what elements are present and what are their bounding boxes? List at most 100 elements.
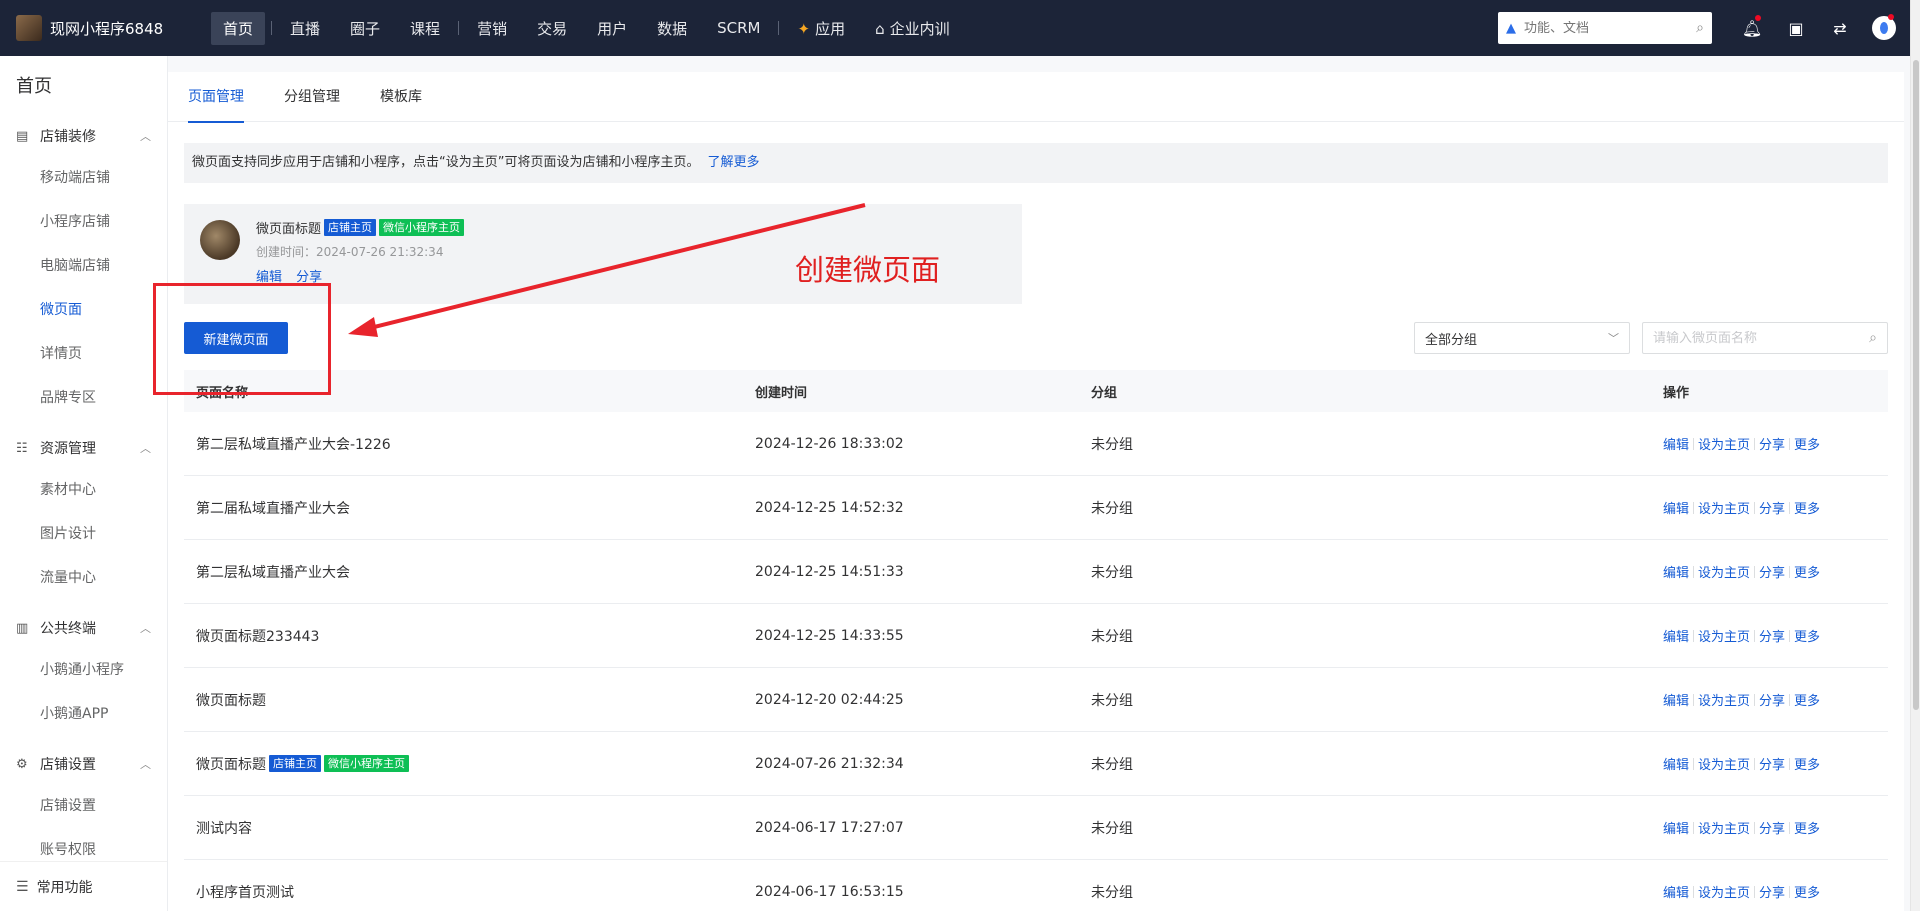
cell-group: 未分组 (1091, 692, 1133, 709)
nav-course[interactable]: 课程 (398, 12, 452, 45)
sidebar-group-decoration[interactable]: ▤ 店铺装修 ︿ (0, 116, 167, 156)
nav-circle[interactable]: 圈子 (338, 12, 392, 45)
set-home-link[interactable]: 设为主页 (1698, 434, 1750, 453)
new-micro-page-button[interactable]: 新建微页面 (184, 322, 288, 354)
divider (1789, 565, 1791, 578)
preview-share-link[interactable]: 分享 (296, 270, 322, 285)
share-link[interactable]: 分享 (1759, 562, 1785, 581)
tab-page-management[interactable]: 页面管理 (188, 72, 244, 123)
more-link[interactable]: 更多 (1794, 690, 1820, 709)
sidebar-item-xet-miniprogram[interactable]: 小鹅通小程序 (0, 648, 167, 692)
set-home-link[interactable]: 设为主页 (1698, 818, 1750, 837)
learn-more-link[interactable]: 了解更多 (707, 155, 759, 170)
table-row: 微页面标题233443 2024-12-25 14:33:55 未分组 编辑 设… (184, 604, 1888, 668)
more-link[interactable]: 更多 (1794, 754, 1820, 773)
sidebar-group-terminals[interactable]: ▥ 公共终端 ︿ (0, 608, 167, 648)
edit-link[interactable]: 编辑 (1663, 434, 1689, 453)
divider (1754, 757, 1756, 770)
edit-link[interactable]: 编辑 (1663, 498, 1689, 517)
nav-home[interactable]: 首页 (211, 11, 266, 45)
page-name-search[interactable]: ⌕ (1642, 322, 1888, 354)
store-button[interactable]: ▣ (1774, 0, 1818, 56)
sidebar-item-store-settings[interactable]: 店铺设置 (0, 784, 167, 828)
set-home-link[interactable]: 设为主页 (1698, 562, 1750, 581)
share-link[interactable]: 分享 (1759, 690, 1785, 709)
sidebar-item-image-design[interactable]: 图片设计 (0, 512, 167, 556)
share-link[interactable]: 分享 (1759, 434, 1785, 453)
sidebar-group-resources[interactable]: ☷ 资源管理 ︿ (0, 428, 167, 468)
sidebar-item-material-center[interactable]: 素材中心 (0, 468, 167, 512)
page-scrollbar[interactable] (1910, 0, 1920, 911)
group-filter-select[interactable]: 全部分组 ﹀ (1414, 322, 1630, 354)
cell-actions: 编辑 设为主页 分享 更多 (1663, 434, 1888, 453)
search-icon[interactable]: ⌕ (1869, 330, 1877, 346)
page-name-search-input[interactable] (1653, 330, 1870, 346)
more-link[interactable]: 更多 (1794, 434, 1820, 453)
more-link[interactable]: 更多 (1794, 562, 1820, 581)
nav-data[interactable]: 数据 (645, 12, 699, 45)
table-row: 微页面标题 2024-12-20 02:44:25 未分组 编辑 设为主页 分享… (184, 668, 1888, 732)
share-link[interactable]: 分享 (1759, 818, 1785, 837)
set-home-link[interactable]: 设为主页 (1698, 754, 1750, 773)
more-link[interactable]: 更多 (1794, 882, 1820, 901)
user-avatar-button[interactable] (1862, 0, 1906, 56)
tab-template-library[interactable]: 模板库 (380, 72, 422, 122)
edit-link[interactable]: 编辑 (1663, 754, 1689, 773)
set-home-link[interactable]: 设为主页 (1698, 882, 1750, 901)
switch-button[interactable]: ⇄ (1818, 0, 1862, 56)
notification-button[interactable]: 🔔︎ (1730, 0, 1774, 56)
more-link[interactable]: 更多 (1794, 818, 1820, 837)
more-link[interactable]: 更多 (1794, 498, 1820, 517)
wechat-home-badge: 微信小程序主页 (379, 219, 465, 236)
more-link[interactable]: 更多 (1794, 626, 1820, 645)
nav-apps[interactable]: ✦ 应用 (785, 12, 857, 45)
cell-created-time: 2024-06-17 16:53:15 (755, 883, 904, 900)
sidebar-item-mobile-store[interactable]: 移动端店铺 (0, 156, 167, 200)
scrollbar-thumb[interactable] (1913, 60, 1919, 710)
edit-link[interactable]: 编辑 (1663, 562, 1689, 581)
search-icon[interactable]: ⌕ (1696, 20, 1704, 36)
table-row: 第二层私域直播产业大会 2024-12-25 14:51:33 未分组 编辑 设… (184, 540, 1888, 604)
divider (1754, 501, 1756, 514)
share-link[interactable]: 分享 (1759, 754, 1785, 773)
nav-users[interactable]: 用户 (585, 12, 639, 45)
sidebar-common-functions[interactable]: ☰ 常用功能 (0, 861, 167, 911)
share-link[interactable]: 分享 (1759, 626, 1785, 645)
preview-edit-link[interactable]: 编辑 (256, 270, 282, 285)
cell-created-time: 2024-12-25 14:52:32 (755, 499, 904, 516)
nav-scrm[interactable]: SCRM (705, 13, 772, 43)
cell-created-time: 2024-12-26 18:33:02 (755, 435, 904, 452)
sidebar-item-traffic-center[interactable]: 流量中心 (0, 556, 167, 600)
sidebar-item-pc-store[interactable]: 电脑端店铺 (0, 244, 167, 288)
edit-link[interactable]: 编辑 (1663, 626, 1689, 645)
nav-live[interactable]: 直播 (278, 12, 332, 45)
nav-training[interactable]: ⌂ 企业内训 (863, 12, 962, 45)
share-link[interactable]: 分享 (1759, 498, 1785, 517)
top-navbar: 现网小程序6848 首页 直播 圈子 课程 营销 交易 用户 数据 SCRM ✦… (0, 0, 1920, 56)
nav-marketing[interactable]: 营销 (465, 12, 519, 45)
shop-brand[interactable]: 现网小程序6848 (0, 15, 200, 41)
store-icon: ▤ (16, 128, 29, 144)
nav-trade[interactable]: 交易 (525, 12, 579, 45)
edit-link[interactable]: 编辑 (1663, 818, 1689, 837)
sidebar-group-settings[interactable]: ⚙ 店铺设置 ︿ (0, 744, 167, 784)
sidebar-item-micro-page[interactable]: 微页面 (0, 288, 167, 332)
set-home-link[interactable]: 设为主页 (1698, 626, 1750, 645)
set-home-link[interactable]: 设为主页 (1698, 498, 1750, 517)
sidebar-item-miniprogram-store[interactable]: 小程序店铺 (0, 200, 167, 244)
global-search[interactable]: ▲ ⌕ (1498, 12, 1712, 44)
preview-title-row: 微页面标题 店铺主页 微信小程序主页 (256, 218, 465, 237)
global-search-input[interactable] (1524, 20, 1697, 36)
divider (1693, 629, 1695, 642)
sidebar-item-brand-zone[interactable]: 品牌专区 (0, 376, 167, 420)
sidebar-item-xet-app[interactable]: 小鹅通APP (0, 692, 167, 736)
sidebar-item-detail-page[interactable]: 详情页 (0, 332, 167, 376)
edit-link[interactable]: 编辑 (1663, 882, 1689, 901)
set-home-link[interactable]: 设为主页 (1698, 690, 1750, 709)
edit-link[interactable]: 编辑 (1663, 690, 1689, 709)
share-link[interactable]: 分享 (1759, 882, 1785, 901)
nav-divider (778, 21, 780, 35)
tab-group-management[interactable]: 分组管理 (284, 72, 340, 122)
divider (1754, 565, 1756, 578)
preview-created-time: 创建时间：2024-07-26 21:32:34 (256, 245, 444, 259)
